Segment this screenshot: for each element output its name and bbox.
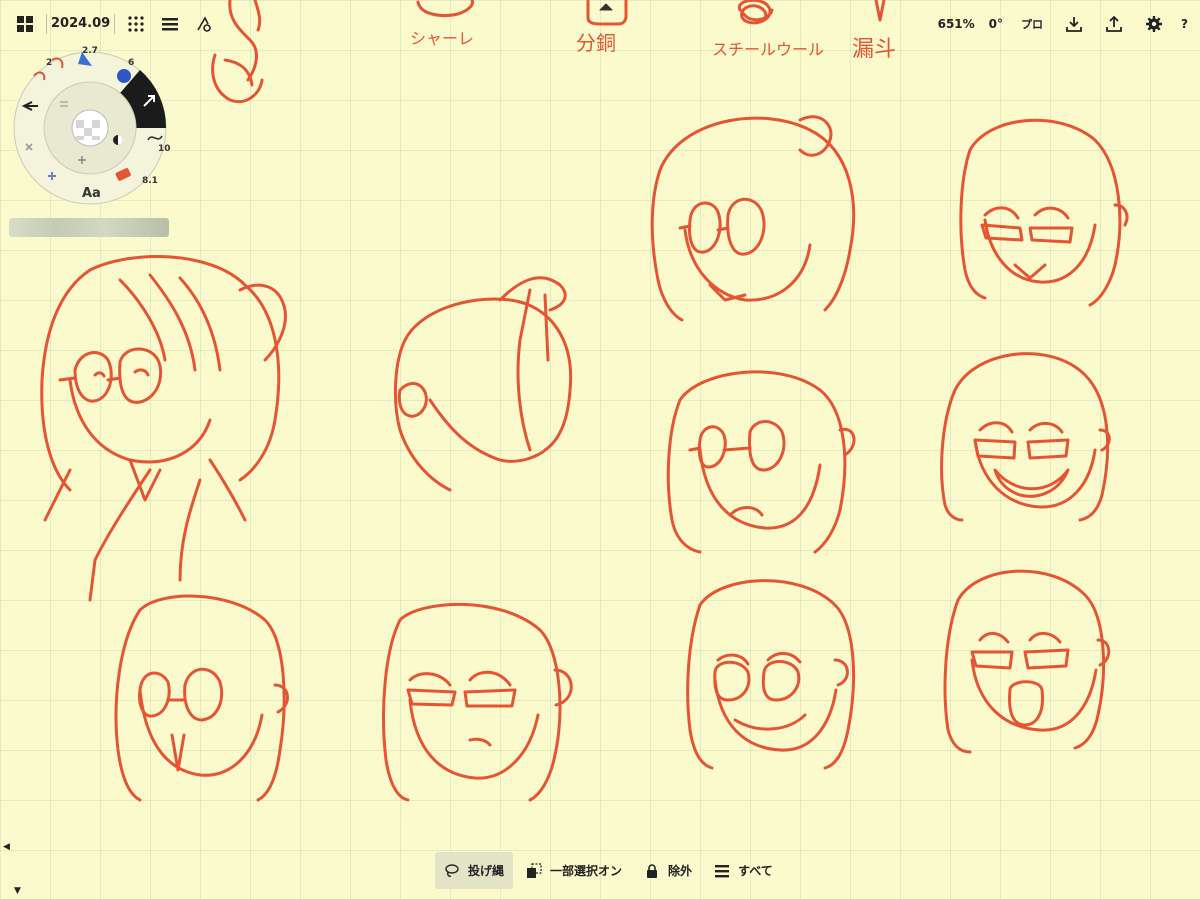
sketch-label: 漏斗: [852, 37, 896, 62]
help-button[interactable]: ?: [1181, 17, 1188, 31]
settings-gear-icon[interactable]: [1141, 11, 1167, 37]
partial-select-button[interactable]: 一部選択オン: [517, 852, 631, 889]
gallery-icon[interactable]: [12, 11, 38, 37]
text-tool-label[interactable]: Aa: [82, 186, 101, 201]
lasso-label: 投げ縄: [468, 864, 505, 878]
sketch-figure-top-left: [211, 0, 264, 104]
rotation-readout[interactable]: 0°: [989, 17, 1003, 31]
left-edge-arrow-icon[interactable]: ◀: [3, 842, 10, 852]
layers-icon[interactable]: [157, 11, 183, 37]
sketch-steel-wool: [737, 0, 774, 25]
export-icon[interactable]: [1101, 11, 1127, 37]
pencil-size-label: 2: [46, 58, 53, 68]
selection-toolbar: 投げ縄 一部選択オン 除外 すべて: [435, 852, 782, 889]
lasso-icon: [445, 863, 459, 877]
top-toolbar-left: 2024.09: [12, 10, 217, 38]
tool-wheel[interactable]: 2 2.7 6 10 8.1 Aa: [12, 40, 174, 210]
bottom-edge-arrow-icon[interactable]: ▼: [14, 886, 21, 896]
sketch-label: スチールウール: [712, 40, 824, 59]
top-toolbar-right: 651% 0° プロ ?: [938, 10, 1188, 38]
face-sketch: [40, 115, 1129, 802]
select-all-button[interactable]: すべて: [705, 852, 782, 889]
sketch-label: 分銅: [576, 31, 616, 55]
partial-select-label: 一部選択オン: [550, 864, 623, 878]
eraser-size-label: 8.1: [142, 176, 158, 186]
zoom-readout[interactable]: 651%: [938, 17, 975, 31]
exclude-button[interactable]: 除外: [635, 852, 701, 889]
pro-button[interactable]: プロ: [1017, 14, 1047, 34]
document-title[interactable]: 2024.09: [46, 14, 116, 34]
watercolor-size-label: 6: [128, 58, 135, 68]
layers-stack-icon: [715, 864, 730, 877]
drawing-canvas[interactable]: シャーレ 分銅 スチールウール 漏斗: [0, 0, 1200, 899]
lock-icon: [647, 863, 658, 878]
watercolor-tool-icon[interactable]: [117, 69, 131, 83]
brush-size-label: 10: [158, 144, 171, 154]
sketch-funnel: [874, 0, 886, 22]
sketch-petri-dish: [416, 0, 474, 17]
select-all-label: すべて: [738, 864, 773, 878]
layer-strip[interactable]: [9, 218, 169, 237]
grid-menu-icon[interactable]: [123, 11, 149, 37]
airbrush-size-label: 2.7: [82, 46, 98, 56]
partial-select-icon: [527, 862, 542, 878]
transform-icon[interactable]: [191, 11, 217, 37]
import-icon[interactable]: [1061, 11, 1087, 37]
sketch-label: シャーレ: [410, 29, 474, 48]
exclude-label: 除外: [668, 864, 693, 878]
sketch-weight: [586, 0, 628, 26]
lasso-button[interactable]: 投げ縄: [435, 852, 514, 889]
